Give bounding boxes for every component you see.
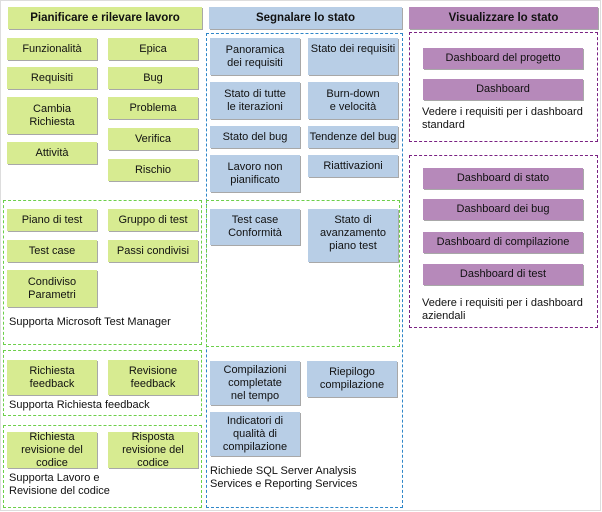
report-unplanned-work: Lavoro non pianificato [210,155,300,192]
work-item-feature: Funzionalità [7,38,97,60]
dashboard-project: Dashboard del progetto [423,48,583,69]
test-case: Test case [7,240,97,262]
work-item-issue: Problema [108,97,198,119]
report-test-case-readiness: Test case Conformità [210,209,300,245]
feedback-response: Revisione feedback [108,360,198,395]
dashboard-build: Dashboard di compilazione [423,232,583,253]
shared-parameters: Condiviso Parametri [7,270,97,307]
dashboard-status: Dashboard di stato [423,168,583,189]
code-review-response: Risposta revisione del codice [108,431,198,469]
code-review-note: Supporta Lavoro e Revisione del codice [9,472,110,497]
dashboard-test: Dashboard di test [423,264,583,285]
shared-steps: Passi condivisi [108,240,198,262]
header-view: Visualizzare lo stato [409,7,598,29]
work-item-change-request: Cambia Richiesta [7,97,97,134]
standard-dashboards-note: Vedere i requisiti per i dashboard stand… [422,106,583,131]
feedback-request: Richiesta feedback [7,360,97,395]
report-iterations-status: Stato di tutte le iterazioni [210,82,300,119]
report-bug-trends: Tendenze del bug [308,126,398,148]
report-reactivations: Riattivazioni [308,155,398,177]
test-note: Supporta Microsoft Test Manager [9,316,171,328]
work-item-review: Verifica [108,128,198,150]
work-item-task: Attività [7,142,97,164]
report-requirements-status: Stato dei requisiti [308,38,398,75]
report-build-summary: Riepilogo compilazione [307,361,397,397]
feedback-note: Supporta Richiesta feedback [9,399,150,411]
report-build-quality: Indicatori di qualità di compilazione [210,412,300,456]
report-note: Richiede SQL Server Analysis Services e … [210,465,358,490]
report-builds-over-time: Compilazioni completate nel tempo [210,361,300,405]
work-item-risk: Rischio [108,159,198,181]
work-item-bug: Bug [108,67,198,89]
header-plan: Pianificare e rilevare lavoro [8,7,202,29]
report-requirements-overview: Panoramica dei requisiti [210,38,300,75]
test-suite: Gruppo di test [108,209,198,231]
process-diagram: Pianificare e rilevare lavoro Segnalare … [0,0,602,512]
work-item-epic: Epica [108,38,198,60]
report-test-plan-progress: Stato di avanzamento piano test [308,209,398,262]
work-item-requirement: Requisiti [7,67,97,89]
code-review-request: Richiesta revisione del codice [7,431,97,469]
report-burndown: Burn-down e velocità [308,82,398,119]
test-plan: Piano di test [7,209,97,231]
report-bug-status: Stato del bug [210,126,300,148]
dashboard-main: Dashboard [423,79,583,100]
dashboard-bugs: Dashboard dei bug [423,199,583,220]
enterprise-dashboards-note: Vedere i requisiti per i dashboard azien… [422,297,583,322]
header-report: Segnalare lo stato [209,7,402,29]
